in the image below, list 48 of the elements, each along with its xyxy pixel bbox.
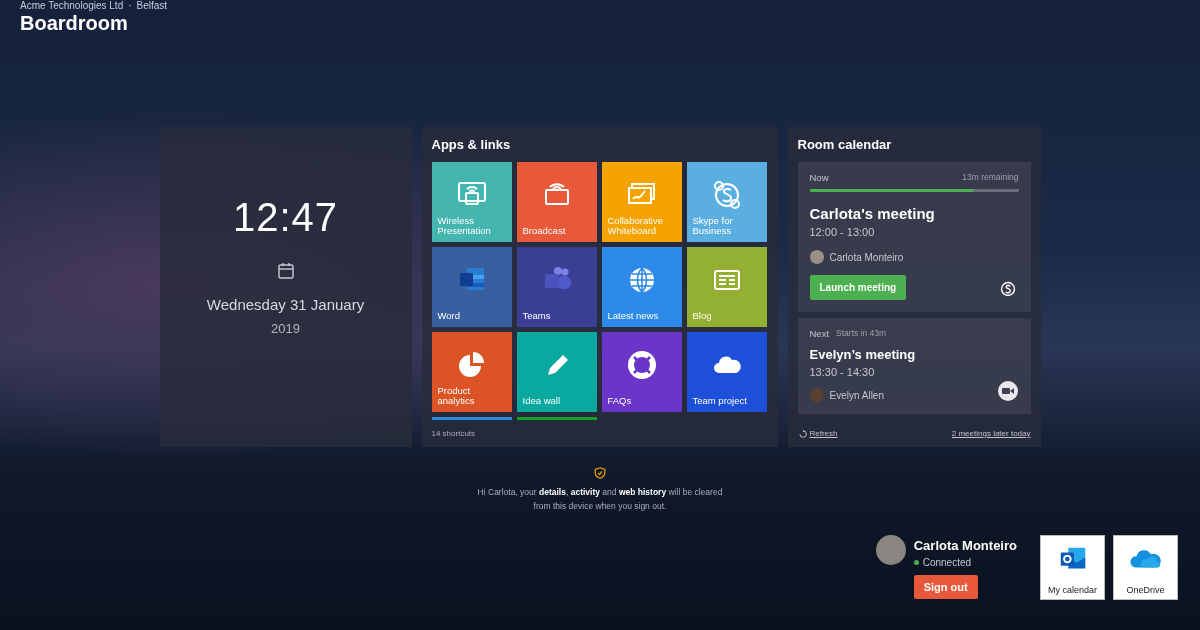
refresh-icon [797,429,807,438]
app-tile[interactable]: Teams [516,247,597,327]
organizer-name: Evelyn Allen [829,389,884,401]
app-tile[interactable]: Blog [686,247,767,327]
shield-check-icon [594,467,606,479]
section-title: Apps & links [431,137,512,154]
remaining-time: 13m remaining [962,172,1019,183]
app-tile[interactable]: Word [431,247,512,327]
meeting-title: Carlota's meeting [809,205,936,222]
app-tile[interactable]: Collaborative Whiteboard [601,162,682,242]
app-tile[interactable]: Skype for Business [686,162,767,242]
year-text: 2019 [271,321,300,336]
clock-time: 12:47 [232,195,339,240]
meeting-title: Evelyn’s meeting [809,347,917,362]
meeting-time: 13:30 - 14:30 [809,366,876,378]
avatar [809,388,824,402]
app-tile[interactable] [516,417,597,420]
organization-name: Acme Technologies Ltd [20,0,124,11]
app-tile[interactable]: Team project [686,332,767,412]
room-title: Boardroom [20,12,129,35]
avatar [809,250,824,264]
app-tile[interactable]: FAQs [601,332,682,412]
later-meetings-link[interactable]: 2 meetings later today [951,429,1031,438]
status-label: Next [809,328,830,339]
sign-out-button[interactable]: Sign out [913,575,978,599]
app-tile[interactable]: Product analytics [431,332,512,412]
app-tile[interactable] [431,417,512,420]
shortcut-tile[interactable]: OneDrive [1113,535,1178,600]
video-camera-icon [997,381,1018,401]
connection-status: Connected [922,557,972,568]
calendar-icon [276,262,295,280]
organizer-name: Carlota Monteiro [829,251,904,263]
app-tile[interactable]: Latest news [601,247,682,327]
privacy-message: Hi Carlota, your details, activity and web history will be cleared from this device when you sign out. [476,486,724,513]
start-time: Starts in 43m [836,328,887,339]
section-title: Room calendar [797,137,893,154]
refresh-link[interactable]: Refresh [797,429,838,438]
app-tile[interactable]: Wireless Presentation [431,162,512,242]
app-tile[interactable]: Idea wall [516,332,597,412]
separator-dot: · [128,0,132,11]
meeting-time: 12:00 - 13:00 [809,226,876,238]
date-text: Wednesday 31 January [206,296,365,313]
status-label: Now [809,172,829,183]
app-tile[interactable]: Broadcast [516,162,597,242]
launch-meeting-button[interactable]: Launch meeting [809,275,907,300]
user-name: Carlota Monteiro [913,538,1017,553]
location-name: Belfast [136,0,168,11]
shortcut-tile[interactable]: My calendar [1040,535,1105,600]
